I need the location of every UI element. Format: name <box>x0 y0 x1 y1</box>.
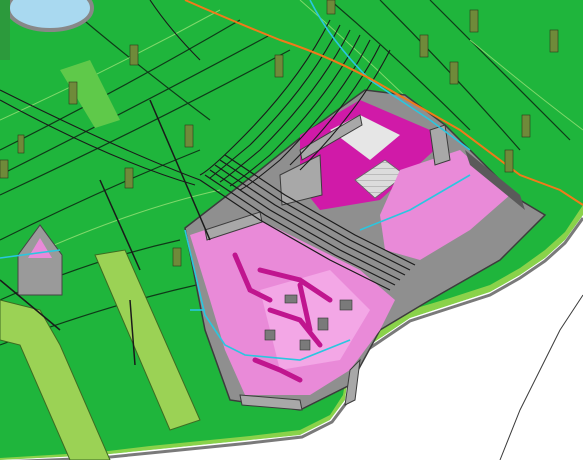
model-viewport[interactable] <box>0 0 583 460</box>
bim-3d-model[interactable] <box>0 0 583 460</box>
pond <box>6 0 94 32</box>
edge-structure <box>0 0 10 60</box>
